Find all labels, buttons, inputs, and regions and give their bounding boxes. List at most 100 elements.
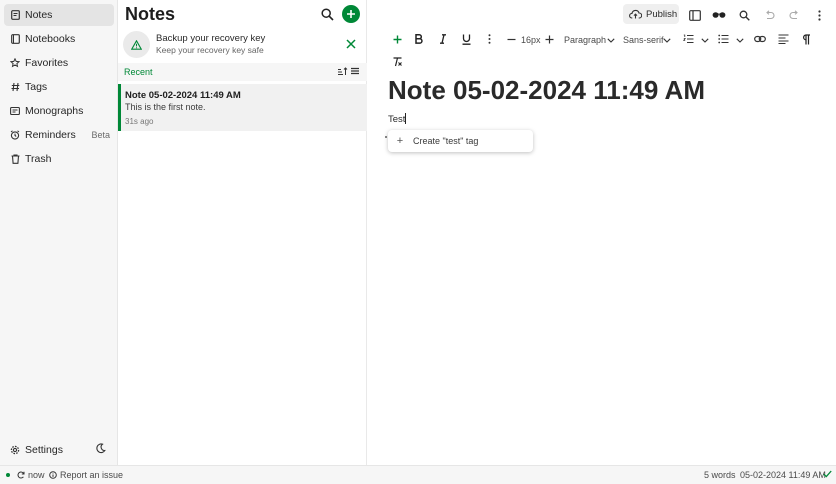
recent-label: Recent — [124, 67, 153, 77]
sync-status-dot — [6, 473, 10, 477]
sidebar-item-favorites[interactable]: Favorites — [4, 52, 114, 74]
trash-icon — [10, 154, 20, 164]
sidebar-item-notes[interactable]: Notes — [4, 4, 114, 26]
sidebar-item-tags[interactable]: Tags — [4, 76, 114, 98]
recent-group-header: Recent — [118, 63, 367, 81]
status-bar: now Report an issue 5 words 05-02-2024 1… — [0, 465, 836, 484]
note-timestamp: 05-02-2024 11:49 AM — [740, 470, 826, 480]
font-family-label: Sans-serif — [623, 35, 664, 45]
close-icon — [346, 39, 357, 49]
sidebar-item-trash[interactable]: Trash — [4, 148, 114, 170]
paragraph-direction-button[interactable] — [799, 32, 813, 46]
sidebar-item-label: Favorites — [25, 57, 69, 69]
bullet-list-button[interactable] — [716, 32, 730, 46]
word-count: 5 words — [704, 470, 736, 480]
theme-toggle-button[interactable] — [95, 443, 109, 457]
redo-button[interactable] — [787, 8, 801, 22]
backup-title: Backup your recovery key — [156, 33, 266, 44]
toggle-sidebar-button[interactable] — [688, 8, 702, 22]
italic-icon — [439, 34, 447, 44]
warning-icon — [131, 39, 142, 50]
underline-button[interactable] — [459, 32, 473, 46]
sidebar: Notes Notebooks Favorites Tags Monograph… — [0, 0, 118, 465]
minus-icon — [507, 35, 516, 44]
create-tag-suggestion[interactable]: + Create "test" tag — [388, 130, 533, 152]
plus-icon: + — [396, 135, 404, 147]
dismiss-backup-button[interactable] — [346, 39, 357, 50]
info-circle-icon — [49, 471, 57, 479]
beta-badge: Beta — [91, 130, 110, 140]
bold-button[interactable] — [412, 32, 426, 46]
settings-label: Settings — [25, 444, 63, 456]
gear-icon — [10, 445, 20, 455]
increase-font-size-button[interactable] — [542, 32, 556, 46]
search-icon — [320, 7, 334, 21]
star-icon — [10, 58, 20, 68]
numbered-list-button[interactable] — [681, 32, 695, 46]
insert-link-button[interactable] — [753, 32, 767, 46]
bullet-list-icon — [717, 34, 729, 44]
hash-icon — [10, 82, 20, 92]
sidebar-item-label: Reminders — [25, 129, 76, 141]
clear-format-icon — [392, 57, 403, 67]
more-vertical-icon — [817, 9, 821, 21]
pilcrow-icon — [802, 33, 811, 45]
suggestion-label: Create "test" tag — [413, 136, 479, 146]
numbered-list-chevron[interactable] — [698, 33, 712, 47]
more-formatting-button[interactable] — [482, 32, 496, 46]
font-family-dropdown[interactable]: Sans-serif — [623, 35, 664, 45]
undo-icon — [764, 10, 775, 20]
report-issue-link[interactable]: Report an issue — [49, 470, 123, 480]
sync-status[interactable]: now — [17, 470, 45, 480]
sidebar-layout-icon — [689, 9, 701, 21]
page-title: Notes — [125, 4, 176, 24]
plus-icon — [346, 9, 356, 19]
search-button[interactable] — [320, 7, 334, 21]
publish-label: Publish — [646, 8, 678, 20]
notebook-icon — [10, 34, 20, 44]
sort-button[interactable] — [337, 66, 348, 77]
backup-notice[interactable]: Backup your recovery key Keep your recov… — [123, 31, 363, 59]
sync-icon — [17, 471, 25, 479]
chevron-down-icon — [607, 37, 615, 43]
undo-button[interactable] — [762, 8, 776, 22]
more-options-button[interactable] — [812, 8, 826, 22]
monograph-icon — [10, 106, 20, 116]
align-left-icon — [778, 34, 789, 44]
redo-icon — [789, 10, 800, 20]
list-item[interactable]: Note 05-02-2024 11:49 AM This is the fir… — [118, 84, 367, 131]
block-type-chevron[interactable] — [604, 33, 618, 47]
sidebar-item-monographs[interactable]: Monographs — [4, 100, 114, 122]
note-body-editor[interactable]: Test — [388, 113, 407, 125]
font-size-value[interactable]: 16px — [521, 35, 541, 45]
plus-icon — [393, 35, 402, 44]
list-view-button[interactable] — [350, 66, 361, 77]
add-note-button[interactable] — [342, 5, 360, 23]
find-in-note-button[interactable] — [737, 8, 751, 22]
clear-formatting-button[interactable] — [390, 55, 404, 69]
chevron-down-icon — [701, 37, 709, 43]
decrease-font-size-button[interactable] — [504, 32, 518, 46]
underline-icon — [462, 34, 471, 45]
publish-button[interactable]: Publish — [623, 4, 679, 24]
editor: Publish 16px Paragraph Sans-serif Note 0… — [368, 0, 836, 465]
block-type-dropdown[interactable]: Paragraph — [564, 35, 606, 45]
saved-check-icon — [823, 470, 832, 478]
numbered-list-icon — [682, 34, 694, 44]
cloud-upload-icon — [629, 9, 642, 19]
sidebar-item-reminders[interactable]: Reminders Beta — [4, 124, 114, 146]
bullet-list-chevron[interactable] — [733, 33, 747, 47]
note-title-field[interactable]: Note 05-02-2024 11:49 AM — [388, 75, 705, 106]
font-family-chevron[interactable] — [660, 33, 674, 47]
link-icon — [754, 35, 766, 43]
chevron-down-icon — [736, 37, 744, 43]
insert-button[interactable] — [390, 32, 404, 46]
notes-panel: Notes Backup your recovery key Keep your… — [118, 0, 367, 465]
focus-mode-button[interactable] — [712, 8, 726, 22]
sync-time: now — [28, 470, 45, 480]
align-left-button[interactable] — [776, 32, 790, 46]
report-label: Report an issue — [60, 470, 124, 480]
italic-button[interactable] — [436, 32, 450, 46]
note-icon — [10, 10, 20, 20]
sidebar-item-notebooks[interactable]: Notebooks — [4, 28, 114, 50]
